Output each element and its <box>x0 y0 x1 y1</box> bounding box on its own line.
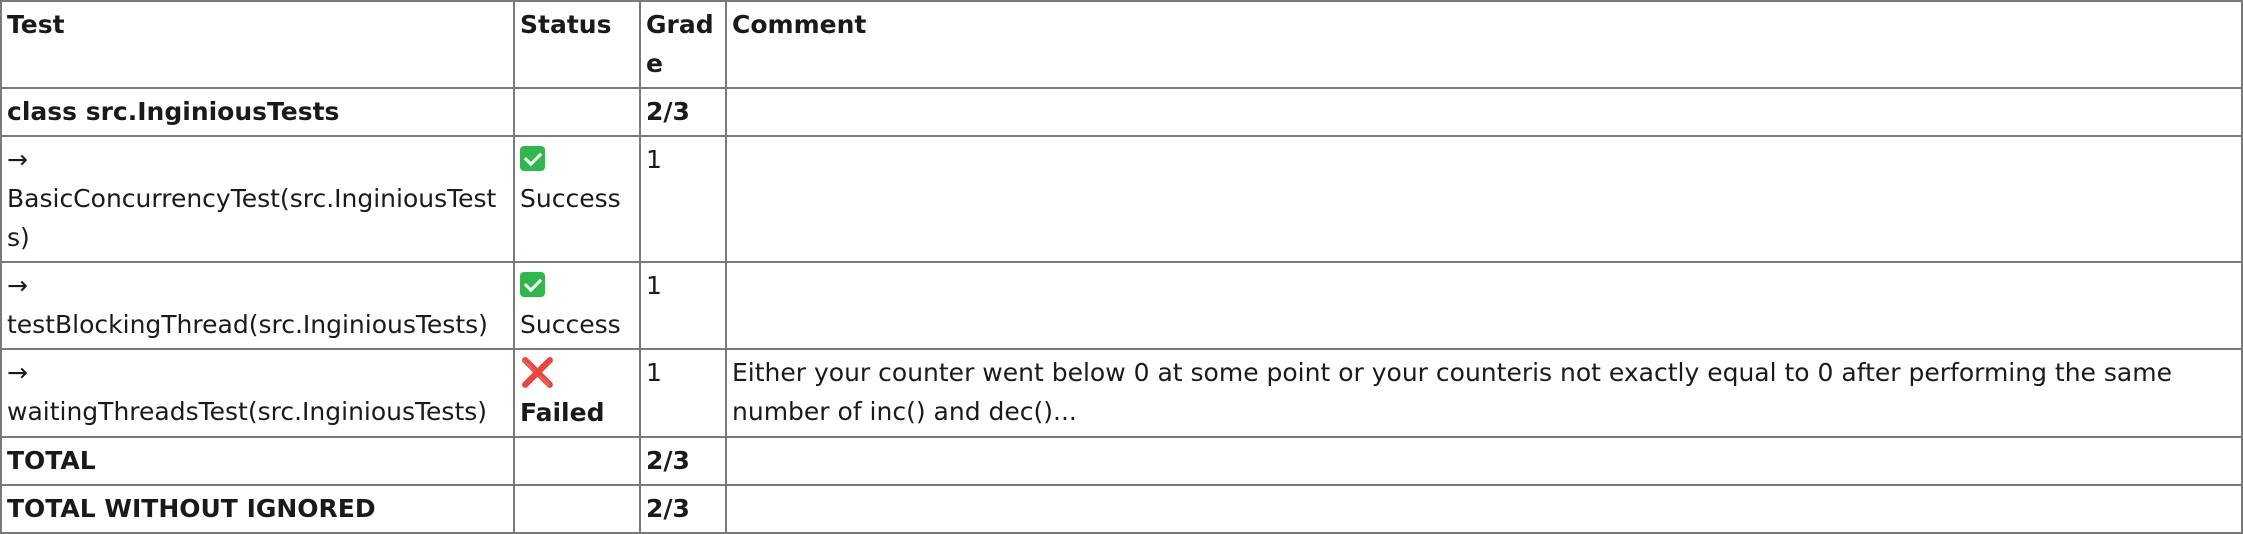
grade-cell: 1 <box>639 348 727 438</box>
test-name-cell: TOTAL <box>0 436 515 486</box>
comment-cell: Either your counter went below 0 at some… <box>725 348 2243 438</box>
status-label: Success <box>520 310 621 339</box>
grade-cell: 1 <box>639 135 727 263</box>
table-header-row: Test Status Grade Comment <box>0 0 2243 89</box>
test-name-cell: → BasicConcurrencyTest(src.InginiousTest… <box>0 135 515 263</box>
comment-cell <box>725 135 2243 263</box>
table-row-class: class src.InginiousTests 2/3 <box>0 87 2243 137</box>
column-header-status: Status <box>513 0 641 89</box>
status-label: Failed <box>520 398 605 427</box>
cross-icon: ❌ <box>520 356 555 389</box>
grade-cell: 2/3 <box>639 436 727 486</box>
status-cell: Success <box>513 135 641 263</box>
status-cell <box>513 87 641 137</box>
table-row: → testBlockingThread(src.InginiousTests)… <box>0 261 2243 350</box>
check-icon <box>520 146 545 171</box>
status-cell: Success <box>513 261 641 350</box>
column-header-test: Test <box>0 0 515 89</box>
check-icon <box>520 272 545 297</box>
comment-cell <box>725 87 2243 137</box>
comment-cell <box>725 436 2243 486</box>
table-row-total-without-ignored: TOTAL WITHOUT IGNORED 2/3 <box>0 484 2243 534</box>
comment-cell <box>725 484 2243 534</box>
column-header-comment: Comment <box>725 0 2243 89</box>
status-label: Success <box>520 184 621 213</box>
column-header-grade: Grade <box>639 0 727 89</box>
test-name-cell: class src.InginiousTests <box>0 87 515 137</box>
test-name-cell: → testBlockingThread(src.InginiousTests) <box>0 261 515 350</box>
comment-cell <box>725 261 2243 350</box>
status-cell <box>513 484 641 534</box>
grade-cell: 2/3 <box>639 484 727 534</box>
grade-cell: 1 <box>639 261 727 350</box>
test-results-table: Test Status Grade Comment class src.Ingi… <box>0 0 2243 534</box>
status-cell: ❌ Failed <box>513 348 641 438</box>
table-row: → BasicConcurrencyTest(src.InginiousTest… <box>0 135 2243 263</box>
grade-cell: 2/3 <box>639 87 727 137</box>
status-cell <box>513 436 641 486</box>
table-row-total: TOTAL 2/3 <box>0 436 2243 486</box>
table-row: → waitingThreadsTest(src.InginiousTests)… <box>0 348 2243 438</box>
test-name-cell: → waitingThreadsTest(src.InginiousTests) <box>0 348 515 438</box>
test-name-cell: TOTAL WITHOUT IGNORED <box>0 484 515 534</box>
